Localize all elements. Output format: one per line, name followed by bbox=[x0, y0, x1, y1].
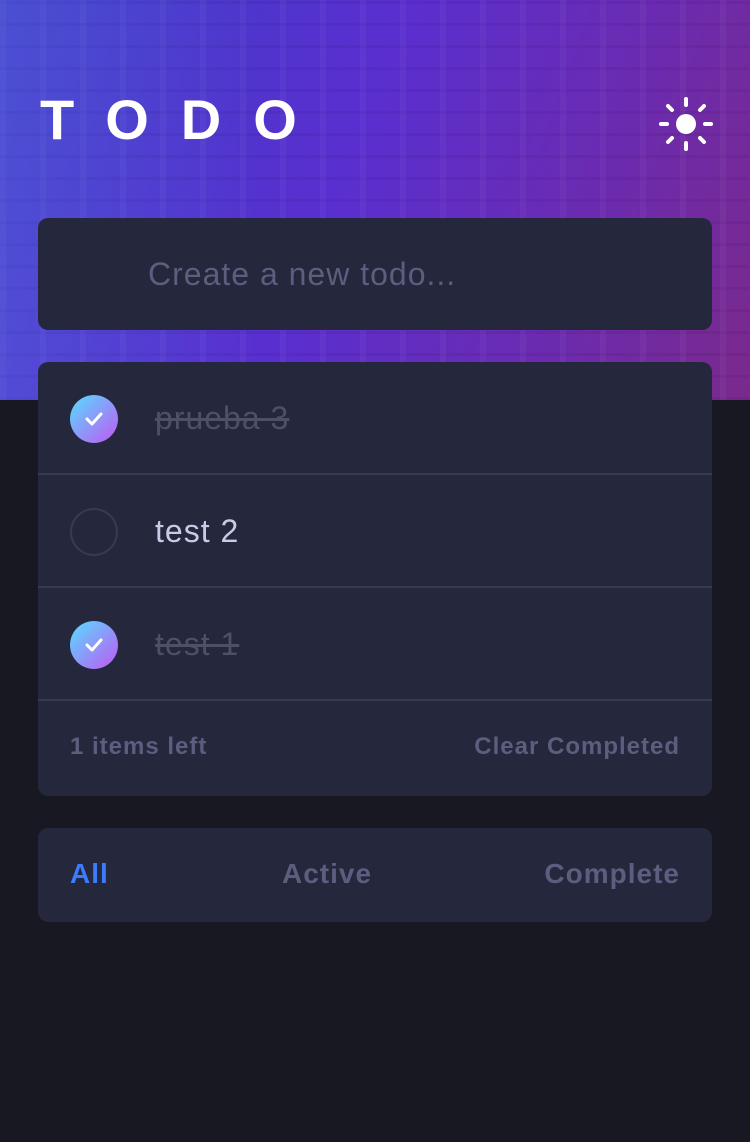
filter-complete[interactable]: Complete bbox=[544, 858, 680, 890]
filter-all[interactable]: All bbox=[70, 858, 109, 890]
todo-checkbox[interactable] bbox=[70, 395, 118, 443]
check-icon bbox=[85, 638, 103, 652]
todo-text[interactable]: prueba 3 bbox=[155, 362, 289, 475]
new-todo-card bbox=[38, 218, 712, 330]
app-title: TODO bbox=[40, 88, 329, 151]
list-footer: 1 items left Clear Completed bbox=[38, 703, 712, 796]
theme-toggle-button[interactable] bbox=[658, 96, 714, 152]
todo-checkbox[interactable] bbox=[70, 508, 118, 556]
items-left-count: 1 items left bbox=[70, 733, 208, 760]
filter-bar: All Active Complete bbox=[38, 828, 712, 922]
todo-item: prueba 3 bbox=[38, 362, 712, 475]
filter-active[interactable]: Active bbox=[282, 858, 372, 890]
todo-checkbox[interactable] bbox=[70, 621, 118, 669]
todo-list: prueba 3 test 2 test 1 1 items left Clea… bbox=[38, 362, 712, 796]
todo-item: test 2 bbox=[38, 475, 712, 588]
todo-text[interactable]: test 2 bbox=[155, 475, 239, 588]
header-background bbox=[0, 0, 750, 400]
check-icon bbox=[85, 412, 103, 426]
new-todo-input[interactable] bbox=[148, 218, 688, 330]
todo-item: test 1 bbox=[38, 588, 712, 701]
clear-completed-button[interactable]: Clear Completed bbox=[474, 733, 680, 761]
todo-text[interactable]: test 1 bbox=[155, 588, 239, 701]
sun-icon bbox=[659, 97, 713, 151]
